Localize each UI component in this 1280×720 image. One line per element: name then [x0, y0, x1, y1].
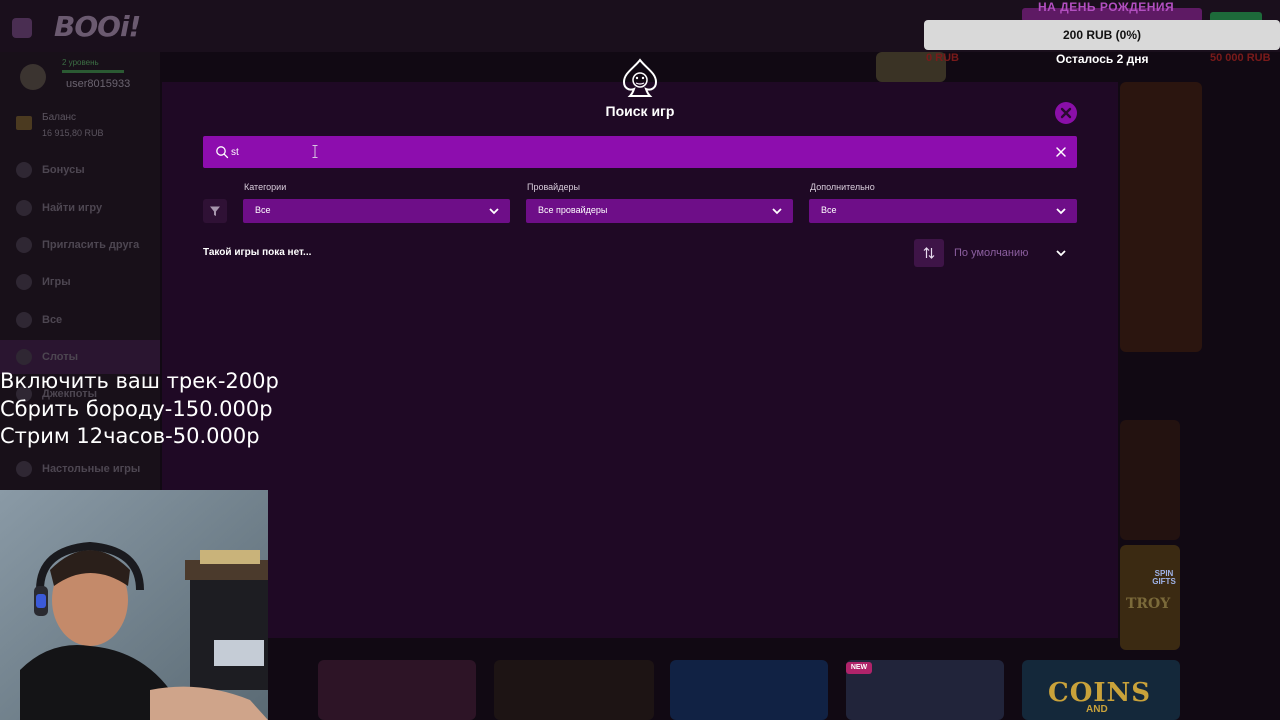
username: user8015933	[66, 78, 131, 90]
chevron-down-icon	[1056, 208, 1066, 215]
avatar[interactable]	[20, 64, 46, 90]
stream-overlay-text: Включить ваш трек-200р Сбрить бороду-150…	[0, 368, 279, 451]
dropdown-value: Все	[255, 205, 271, 215]
sidebar-item-games[interactable]: Игры	[16, 274, 71, 290]
webcam-image	[0, 490, 268, 720]
banner-image[interactable]	[1120, 82, 1202, 352]
close-icon	[1060, 107, 1072, 119]
chevron-down-icon	[489, 208, 499, 215]
dropdown-value: Все	[821, 205, 837, 215]
sidebar-item-label: Слоты	[42, 351, 79, 363]
search-icon	[16, 200, 32, 216]
chevron-down-icon[interactable]	[1054, 246, 1068, 260]
modal-title: Поиск игр	[605, 103, 675, 119]
bonus-min: 0 RUB	[926, 52, 960, 64]
search-input[interactable]	[231, 142, 1031, 162]
filter-label-categories: Категории	[244, 182, 287, 192]
sort-dropdown-label[interactable]: По умолчанию	[954, 247, 1028, 259]
close-button[interactable]	[1055, 102, 1077, 124]
additional-dropdown[interactable]: Все	[809, 199, 1077, 223]
webcam-feed	[0, 490, 268, 720]
game-thumbnail[interactable]	[1120, 420, 1180, 540]
gift-icon	[16, 162, 32, 178]
user-level: 2 уровень	[62, 58, 99, 67]
level-progress	[62, 70, 124, 73]
sidebar-item-find-game[interactable]: Найти игру	[16, 200, 102, 216]
game-thumbnail[interactable]	[494, 660, 654, 720]
balance-value: 16 915,80 RUB	[42, 128, 104, 138]
sidebar-item-label: Игры	[42, 276, 71, 288]
spin-gifts-badge: SPIN GIFTS	[1152, 569, 1176, 586]
search-bar[interactable]	[203, 136, 1077, 168]
game-title-troy: TROY	[1126, 596, 1171, 612]
categories-dropdown[interactable]: Все	[243, 199, 510, 223]
game-thumbnail[interactable]	[670, 660, 828, 720]
bonus-max: 50 000 RUB	[1210, 52, 1271, 64]
users-icon	[16, 237, 32, 253]
overlay-line: Включить ваш трек-200р	[0, 369, 279, 393]
seven-icon	[16, 274, 32, 290]
overlay-line: Стрим 12часов-50.000р	[0, 424, 260, 448]
filter-button[interactable]	[203, 199, 227, 223]
cubes-icon	[16, 312, 32, 328]
sidebar-item-slots[interactable]: Слоты	[16, 349, 78, 365]
game-thumbnail[interactable]	[318, 660, 476, 720]
sidebar-item-label: Пригласить друга	[42, 239, 140, 251]
search-icon	[216, 146, 229, 159]
providers-dropdown[interactable]: Все провайдеры	[526, 199, 793, 223]
new-badge: NEW	[846, 662, 872, 674]
slot-icon	[16, 349, 32, 365]
cards-icon	[16, 461, 32, 477]
sidebar-item-label: Бонусы	[42, 164, 85, 176]
text-cursor-icon	[312, 145, 318, 158]
sidebar-item-label: Все	[42, 314, 63, 326]
dropdown-value: Все провайдеры	[538, 205, 608, 215]
sidebar-item-all[interactable]: Все	[16, 312, 62, 328]
menu-icon[interactable]	[12, 18, 32, 38]
clear-search-icon[interactable]	[1053, 144, 1069, 160]
sidebar-item-label: Найти игру	[42, 202, 103, 214]
chevron-down-icon	[772, 208, 782, 215]
promo-text: НА ДЕНЬ РОЖДЕНИЯ	[1038, 0, 1175, 14]
empty-results-message: Такой игры пока нет...	[203, 247, 312, 258]
sidebar-item-label: Настольные игры	[42, 463, 141, 475]
sidebar-item-bonuses[interactable]: Бонусы	[16, 162, 85, 178]
bonus-progress-bar: 200 RUB (0%)	[924, 20, 1280, 50]
filter-label-providers: Провайдеры	[527, 182, 580, 192]
sidebar-item-table-games[interactable]: Настольные игры	[16, 461, 140, 477]
sort-order-button[interactable]	[914, 239, 944, 267]
spade-gorilla-icon	[622, 58, 658, 97]
overlay-line: Сбрить бороду-150.000р	[0, 396, 273, 421]
bonus-days-left: Осталось 2 дня	[1056, 52, 1149, 66]
sidebar-item-invite[interactable]: Пригласить друга	[16, 237, 139, 253]
filter-icon	[210, 206, 220, 216]
filter-label-additional: Дополнительно	[810, 182, 875, 192]
site-logo[interactable]: BOOi!	[54, 10, 141, 43]
game-title-and: AND	[1086, 704, 1108, 715]
sort-arrows-icon	[923, 247, 935, 259]
